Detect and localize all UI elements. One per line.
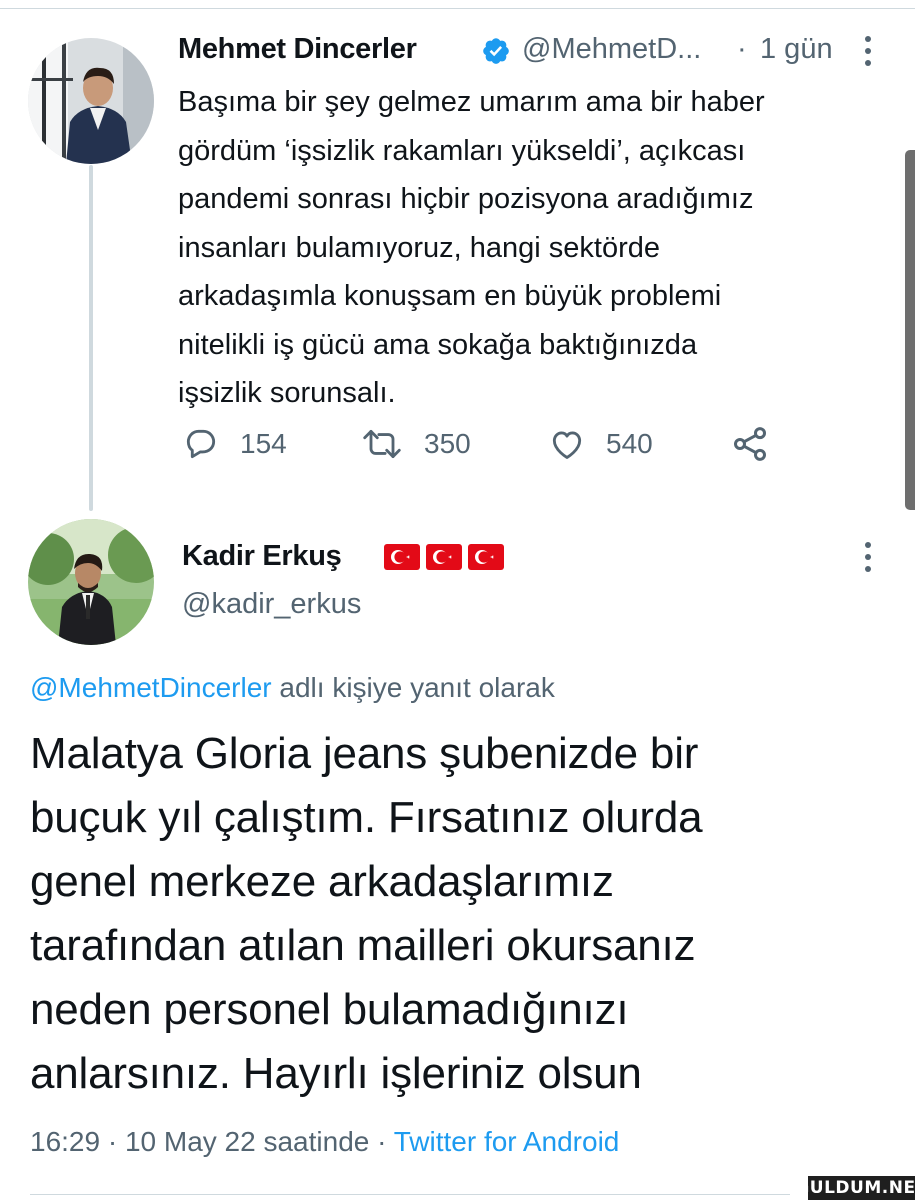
tweet2-author-handle[interactable]: @kadir_erkus — [182, 588, 361, 621]
verified-badge-icon — [481, 36, 511, 66]
tweet1-author-name[interactable]: Mehmet Dincerler — [178, 33, 417, 66]
retweet-arrows-icon — [360, 425, 404, 463]
separator-dot: · — [737, 33, 747, 65]
avatar-mehmet[interactable] — [28, 38, 154, 164]
turkey-flag-icon — [426, 544, 462, 575]
reply-count: 154 — [240, 428, 287, 459]
bottom-divider — [30, 1194, 790, 1195]
reply-button[interactable]: 154 — [182, 424, 287, 464]
thread-connector-line — [89, 165, 93, 511]
like-count: 540 — [606, 428, 653, 459]
top-divider — [0, 8, 915, 9]
avatar-kadir[interactable] — [28, 519, 154, 645]
like-button[interactable]: 540 — [548, 424, 653, 464]
tweet1-author-handle[interactable]: @MehmetD... — [522, 33, 701, 66]
retweet-count: 350 — [424, 428, 471, 459]
tweet1-time-ago[interactable]: 1 gün — [760, 33, 833, 66]
site-watermark: GULDUM.NET — [795, 1176, 915, 1200]
tweet2-author-name[interactable]: Kadir Erkuş — [182, 540, 342, 573]
turkey-flag-icon — [384, 544, 420, 575]
tweet1-text: Başıma bir şey gelmez umarım ama bir hab… — [178, 86, 765, 409]
tweet2-source-link[interactable]: Twitter for Android — [394, 1126, 620, 1157]
tweet2-meta: 16:29 · 10 May 22 saatinde · Twitter for… — [30, 1126, 619, 1158]
heart-icon — [548, 425, 586, 463]
reply-bubble-icon — [182, 425, 220, 463]
share-icon — [730, 424, 770, 464]
reply-context: @MehmetDincerler adlı kişiye yanıt olara… — [30, 672, 555, 704]
tweet2-text: Malatya Gloria jeans şubenizde bir buçuk… — [30, 729, 703, 1098]
share-button[interactable] — [730, 424, 770, 464]
more-vertical-icon[interactable] — [858, 36, 878, 68]
retweet-button[interactable]: 350 — [360, 424, 471, 464]
flag-emojis — [384, 544, 504, 575]
more-vertical-icon[interactable] — [858, 542, 878, 574]
reply-context-suffix: adlı kişiye yanıt olarak — [271, 672, 555, 703]
scrollbar-thumb[interactable] — [905, 150, 915, 510]
tweet2-timestamp[interactable]: 16:29 · 10 May 22 saatinde · — [30, 1126, 394, 1157]
reply-mention-link[interactable]: @MehmetDincerler — [30, 672, 272, 703]
turkey-flag-icon — [468, 544, 504, 575]
